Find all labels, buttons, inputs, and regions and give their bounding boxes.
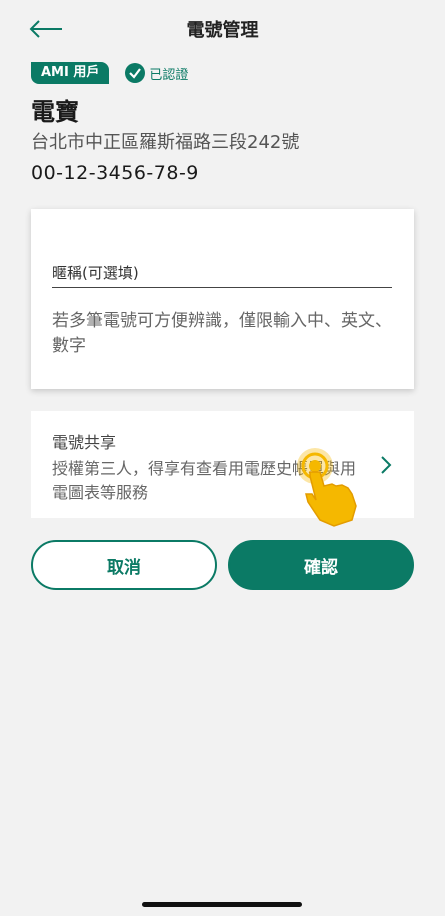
account-name: 電寶 (31, 98, 79, 126)
share-title: 電號共享 (52, 433, 117, 452)
app-header: 電號管理 (0, 0, 445, 58)
account-badges: AMI 用戶 已認證 (31, 60, 188, 86)
account-number: 00-12-3456-78-9 (31, 162, 199, 184)
verified-label: 已認證 (149, 67, 189, 83)
verified-status: 已認證 (125, 63, 188, 83)
account-address: 台北市中正區羅斯福路三段242號 (31, 132, 300, 153)
check-circle-icon (125, 63, 146, 83)
share-description: 授權第三人，得享有查看用電歷史帳單與用電圖表等服務 (52, 459, 357, 502)
nickname-input[interactable] (52, 259, 392, 288)
ami-user-badge: AMI 用戶 (31, 62, 110, 84)
home-indicator (142, 902, 302, 907)
share-account-item[interactable]: 電號共享 授權第三人，得享有查看用電歷史帳單與用電圖表等服務 (31, 411, 414, 518)
nickname-card: 若多筆電號可方便辨識，僅限輸入中、英文、數字 (31, 209, 414, 389)
chevron-right-icon (381, 456, 392, 474)
nickname-hint: 若多筆電號可方便辨識，僅限輸入中、英文、數字 (52, 311, 392, 356)
confirm-button[interactable]: 確認 (228, 540, 414, 590)
cancel-button[interactable]: 取消 (31, 540, 217, 590)
page-title: 電號管理 (186, 20, 259, 41)
